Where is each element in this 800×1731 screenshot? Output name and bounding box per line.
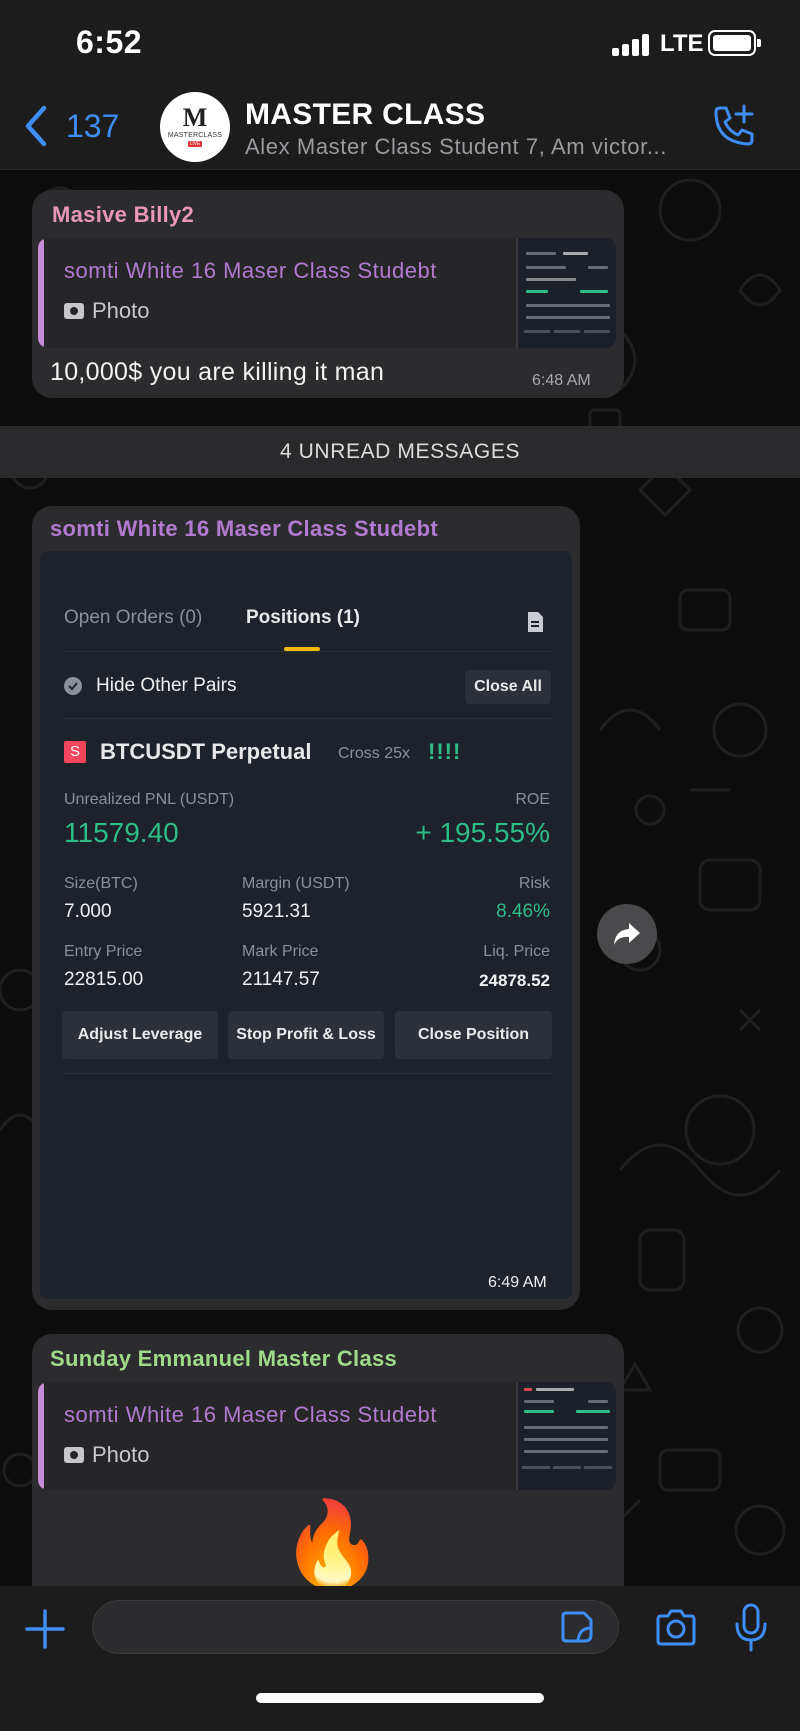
message-input[interactable] (92, 1600, 619, 1654)
check-circle-icon (64, 677, 82, 695)
reply-preview[interactable]: somti White 16 Maser Class Studebt Photo (38, 1382, 616, 1490)
status-time: 6:52 (76, 24, 143, 60)
trade-screenshot-photo[interactable]: Open Orders (0) Positions (1) Hide Other… (40, 551, 572, 1299)
attach-plus-icon[interactable] (24, 1608, 66, 1650)
reply-type-label: Photo (92, 298, 150, 323)
entry-price-label: Entry Price (64, 943, 143, 960)
adjust-leverage-button: Adjust Leverage (62, 1011, 218, 1059)
unread-chats-count: 137 (66, 107, 120, 144)
reply-type: Photo (64, 1442, 150, 1468)
battery-icon (708, 30, 761, 56)
pnl-value: 11579.40 (64, 817, 179, 848)
add-call-icon[interactable] (708, 102, 756, 150)
margin-label: Margin (USDT) (242, 875, 350, 892)
liq-price-value: 24878.52 (479, 971, 550, 990)
microphone-icon[interactable] (733, 1602, 769, 1654)
size-value: 7.000 (64, 901, 112, 922)
status-bar: 6:52 LTE (0, 0, 800, 90)
sender-name[interactable]: Sunday Emmanuel Master Class (50, 1346, 397, 1372)
camera-icon[interactable] (654, 1608, 698, 1648)
risk-label: Risk (518, 875, 550, 892)
mark-price-label: Mark Price (242, 943, 319, 960)
sender-name[interactable]: somti White 16 Maser Class Studebt (50, 516, 438, 542)
network-type: LTE (660, 30, 704, 57)
reply-author: somti White 16 Maser Class Studebt (64, 1402, 437, 1427)
liq-price-label: Liq. Price (483, 943, 550, 960)
pnl-label: Unrealized PNL (USDT) (64, 791, 235, 808)
unread-divider: 4 UNREAD MESSAGES (0, 426, 800, 478)
reply-thumbnail (516, 1382, 616, 1490)
close-all-button: Close All (465, 670, 551, 704)
fire-emoji: 🔥 (280, 1497, 385, 1591)
divider (62, 718, 552, 719)
tab-positions: Positions (1) (246, 607, 361, 628)
home-indicator[interactable] (256, 1693, 544, 1703)
message-input-bar (0, 1586, 800, 1731)
divider (62, 651, 552, 652)
camera-icon (64, 1447, 84, 1463)
message-time: 6:49 AM (488, 1274, 547, 1291)
message-bubble[interactable]: Sunday Emmanuel Master Class somti White… (32, 1334, 624, 1604)
entry-price-value: 22815.00 (64, 969, 144, 990)
reply-preview[interactable]: somti White 16 Maser Class Studebt Photo (38, 238, 616, 348)
risk-value: 8.46% (496, 901, 550, 922)
divider (62, 1073, 552, 1074)
camera-icon (64, 303, 84, 319)
share-arrow-icon (614, 923, 640, 945)
forward-button[interactable] (597, 904, 657, 964)
sender-name[interactable]: Masive Billy2 (52, 202, 194, 228)
short-side-badge: S (64, 741, 86, 763)
group-avatar[interactable]: M MASTERCLASS LIVE (160, 92, 230, 162)
roe-label: ROE (515, 791, 550, 808)
message-time: 6:48 AM (532, 372, 591, 389)
message-text: 10,000$ you are killing it man (50, 358, 385, 386)
chat-header: 137 M MASTERCLASS LIVE MASTER CLASS Alex… (0, 90, 800, 170)
document-icon (528, 612, 543, 632)
hide-other-pairs-label: Hide Other Pairs (96, 675, 237, 696)
roe-value: + 195.55% (415, 817, 550, 848)
chat-participants[interactable]: Alex Master Class Student 7, Am victor..… (245, 134, 667, 160)
reply-type: Photo (64, 298, 150, 324)
chat-title[interactable]: MASTER CLASS (245, 98, 485, 132)
chevron-left-icon (25, 105, 47, 147)
avatar-letter: M (182, 103, 208, 132)
symbol-name: BTCUSDT Perpetual (100, 739, 312, 764)
tab-open-orders: Open Orders (0) (64, 607, 203, 628)
mark-price-value: 21147.57 (242, 969, 320, 990)
close-position-button: Close Position (395, 1011, 552, 1059)
margin-value: 5921.31 (242, 901, 311, 922)
avatar-live-badge: LIVE (187, 141, 203, 147)
signal-strength-icon (612, 34, 654, 56)
sticker-icon[interactable] (560, 1610, 594, 1644)
margin-mode: Cross 25x (338, 745, 411, 762)
reply-type-label: Photo (92, 1442, 150, 1467)
back-button[interactable]: 137 (22, 104, 119, 148)
message-bubble[interactable]: Masive Billy2 somti White 16 Maser Class… (32, 190, 624, 398)
stop-profit-loss-button: Stop Profit & Loss (228, 1011, 384, 1059)
reply-author: somti White 16 Maser Class Studebt (64, 258, 437, 283)
signal-strength-bars: !!!! (428, 739, 462, 764)
reply-bar (38, 1382, 44, 1490)
avatar-brand: MASTERCLASS (167, 132, 223, 139)
reply-thumbnail (516, 238, 616, 348)
reply-bar (38, 238, 44, 348)
size-label: Size(BTC) (64, 875, 138, 892)
